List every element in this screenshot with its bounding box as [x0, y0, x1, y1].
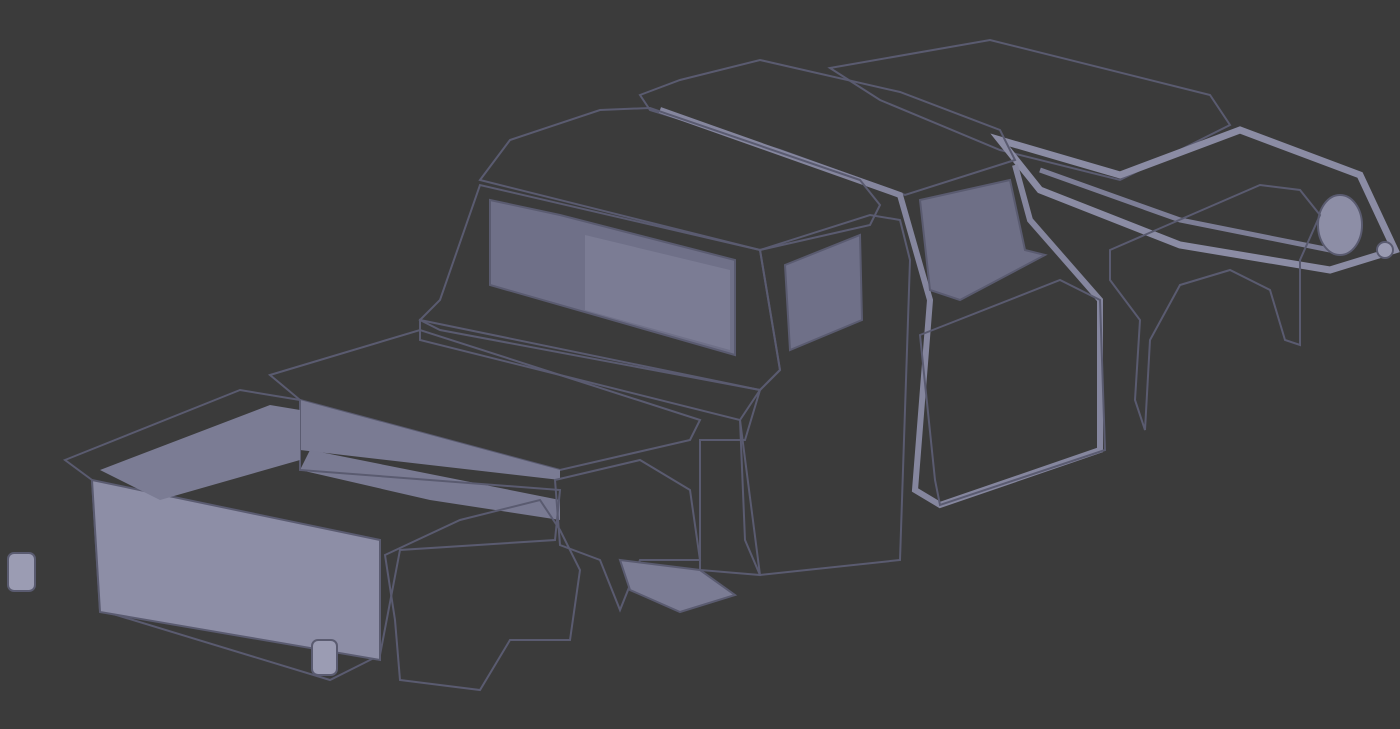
- tail-light-left: [7, 552, 36, 592]
- 3d-viewport[interactable]: [0, 0, 1400, 729]
- bed-box: [62, 328, 702, 682]
- tail-light-right: [311, 639, 338, 676]
- front-fender: [1109, 183, 1322, 431]
- truck-body-render: [7, 38, 1400, 692]
